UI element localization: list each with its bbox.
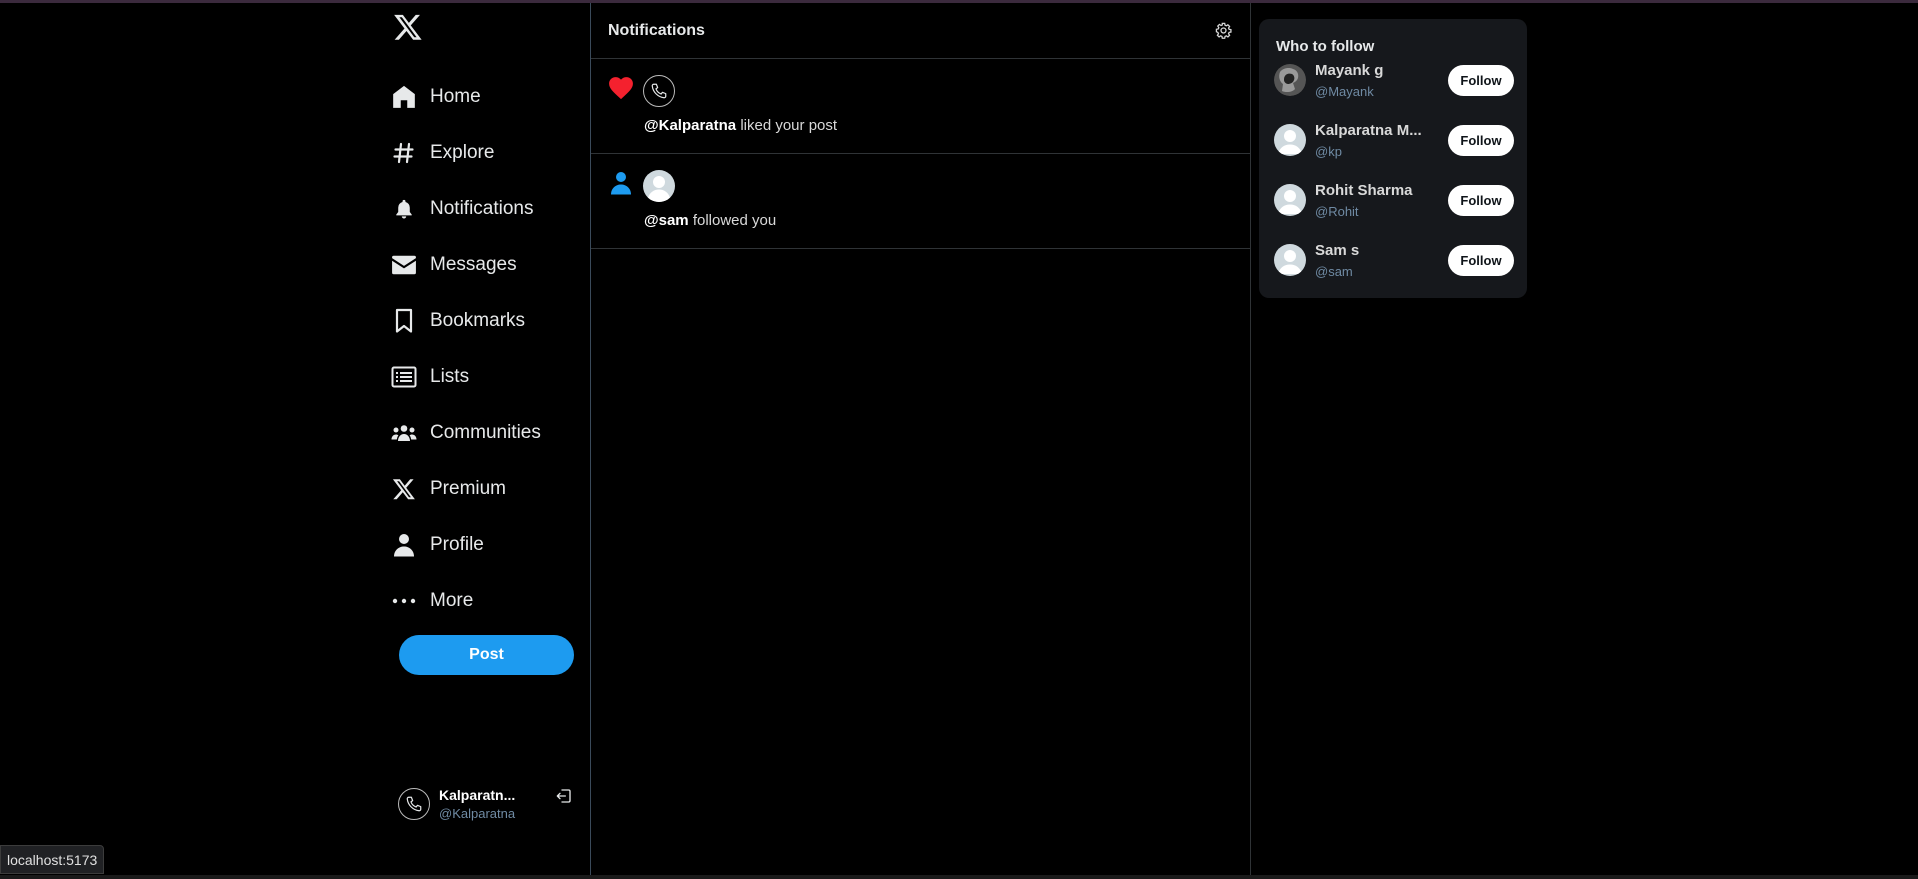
nav-item-label: Messages <box>430 254 517 275</box>
nav-item-home[interactable]: Home <box>390 69 590 125</box>
notification-handle[interactable]: @Kalparatna <box>644 117 736 134</box>
window-bottom-border <box>0 875 1918 879</box>
page-title: Notifications <box>608 21 705 39</box>
suggested-user[interactable]: Rohit Sharma @Rohit Follow <box>1274 180 1514 220</box>
suggested-user-handle: @sam <box>1315 263 1353 279</box>
home-icon <box>390 83 418 111</box>
nav-item-lists[interactable]: Lists <box>390 349 590 405</box>
nav-item-label: Notifications <box>430 198 534 219</box>
suggested-user-handle: @Rohit <box>1315 203 1359 219</box>
avatar <box>1274 124 1306 156</box>
nav-item-label: Communities <box>430 422 541 443</box>
notification-action: followed you <box>688 212 777 229</box>
x-logo-icon[interactable] <box>392 10 424 44</box>
notification-text: @sam followed you <box>644 212 776 229</box>
default-avatar-icon <box>1278 250 1302 274</box>
avatar <box>1274 184 1306 216</box>
nav-item-communities[interactable]: Communities <box>390 405 590 461</box>
more-dots-icon <box>390 587 418 615</box>
nav-item-label: Bookmarks <box>430 310 526 331</box>
nav-item-label: More <box>430 590 474 611</box>
follow-button[interactable]: Follow <box>1448 64 1514 96</box>
primary-nav: Home Explore Notifications Messages Book… <box>390 69 590 629</box>
photo-avatar-icon <box>1274 64 1306 96</box>
nav-item-more[interactable]: More <box>390 573 590 629</box>
suggested-user-handle: @Mayank <box>1315 83 1374 99</box>
suggested-user[interactable]: Mayank g @Mayank Follow <box>1274 60 1514 100</box>
nav-item-label: Explore <box>430 142 495 163</box>
heart-icon <box>608 75 634 101</box>
suggested-user-handle: @kp <box>1315 143 1342 159</box>
avatar[interactable] <box>643 75 675 107</box>
people-icon <box>390 419 418 447</box>
notification-text: @Kalparatna liked your post <box>644 117 837 134</box>
notification-handle[interactable]: @sam <box>644 212 689 229</box>
suggested-user-name[interactable]: Kalparatna M... <box>1315 122 1425 139</box>
panel-title: Who to follow <box>1276 38 1375 55</box>
suggested-user-name[interactable]: Mayank g <box>1315 62 1425 79</box>
hashtag-icon <box>390 139 418 167</box>
nav-item-label: Home <box>430 86 481 107</box>
default-avatar-icon <box>1278 190 1302 214</box>
avatar <box>398 788 430 820</box>
status-bar-url: localhost:5173 <box>0 845 105 874</box>
account-name: Kalparatn... <box>439 787 516 803</box>
default-avatar-icon <box>1278 130 1302 154</box>
suggested-user-info: Mayank g @Mayank <box>1315 62 1448 99</box>
nav-item-profile[interactable]: Profile <box>390 517 590 573</box>
person-icon <box>390 531 418 559</box>
phone-icon <box>651 83 667 99</box>
avatar[interactable] <box>643 170 675 202</box>
follow-button[interactable]: Follow <box>1448 184 1514 216</box>
suggested-user-info: Kalparatna M... @kp <box>1315 122 1448 159</box>
nav-item-label: Premium <box>430 478 507 499</box>
default-avatar-icon <box>644 171 674 202</box>
suggested-user[interactable]: Sam s @sam Follow <box>1274 240 1514 280</box>
x-logo-icon <box>390 475 418 503</box>
suggested-user-name[interactable]: Sam s <box>1315 242 1425 259</box>
notifications-column: Notifications @Kalparatna liked your pos… <box>590 3 1251 875</box>
logout-icon[interactable] <box>554 786 574 806</box>
list-icon <box>390 363 418 391</box>
follow-button[interactable]: Follow <box>1448 244 1514 276</box>
nav-item-messages[interactable]: Messages <box>390 237 590 293</box>
notification-action: liked your post <box>736 117 838 134</box>
person-icon <box>608 170 634 196</box>
notification-item-follow[interactable]: @sam followed you <box>591 154 1250 249</box>
envelope-icon <box>390 251 418 279</box>
notifications-header: Notifications <box>591 3 1250 59</box>
account-handle: @Kalparatna <box>439 806 516 821</box>
avatar <box>1274 64 1306 96</box>
post-button[interactable]: Post <box>399 635 574 675</box>
nav-item-explore[interactable]: Explore <box>390 125 590 181</box>
account-switcher[interactable]: Kalparatn... @Kalparatna <box>398 782 578 826</box>
gear-icon[interactable] <box>1214 22 1232 40</box>
nav-item-premium[interactable]: Premium <box>390 461 590 517</box>
nav-item-label: Lists <box>430 366 470 387</box>
follow-button[interactable]: Follow <box>1448 124 1514 156</box>
suggested-user-info: Sam s @sam <box>1315 242 1448 279</box>
notification-item-like[interactable]: @Kalparatna liked your post <box>591 59 1250 154</box>
phone-icon <box>406 796 422 812</box>
suggested-user[interactable]: Kalparatna M... @kp Follow <box>1274 120 1514 160</box>
nav-item-label: Profile <box>430 534 484 555</box>
avatar <box>1274 244 1306 276</box>
sidebar: Home Explore Notifications Messages Book… <box>380 0 590 879</box>
who-to-follow-panel: Who to follow Mayank g @Mayank Follow Ka… <box>1259 19 1527 298</box>
suggested-user-name[interactable]: Rohit Sharma <box>1315 182 1425 199</box>
bell-icon <box>390 195 418 223</box>
nav-item-bookmarks[interactable]: Bookmarks <box>390 293 590 349</box>
bookmark-icon <box>390 307 418 335</box>
nav-item-notifications[interactable]: Notifications <box>390 181 590 237</box>
suggested-user-info: Rohit Sharma @Rohit <box>1315 182 1448 219</box>
